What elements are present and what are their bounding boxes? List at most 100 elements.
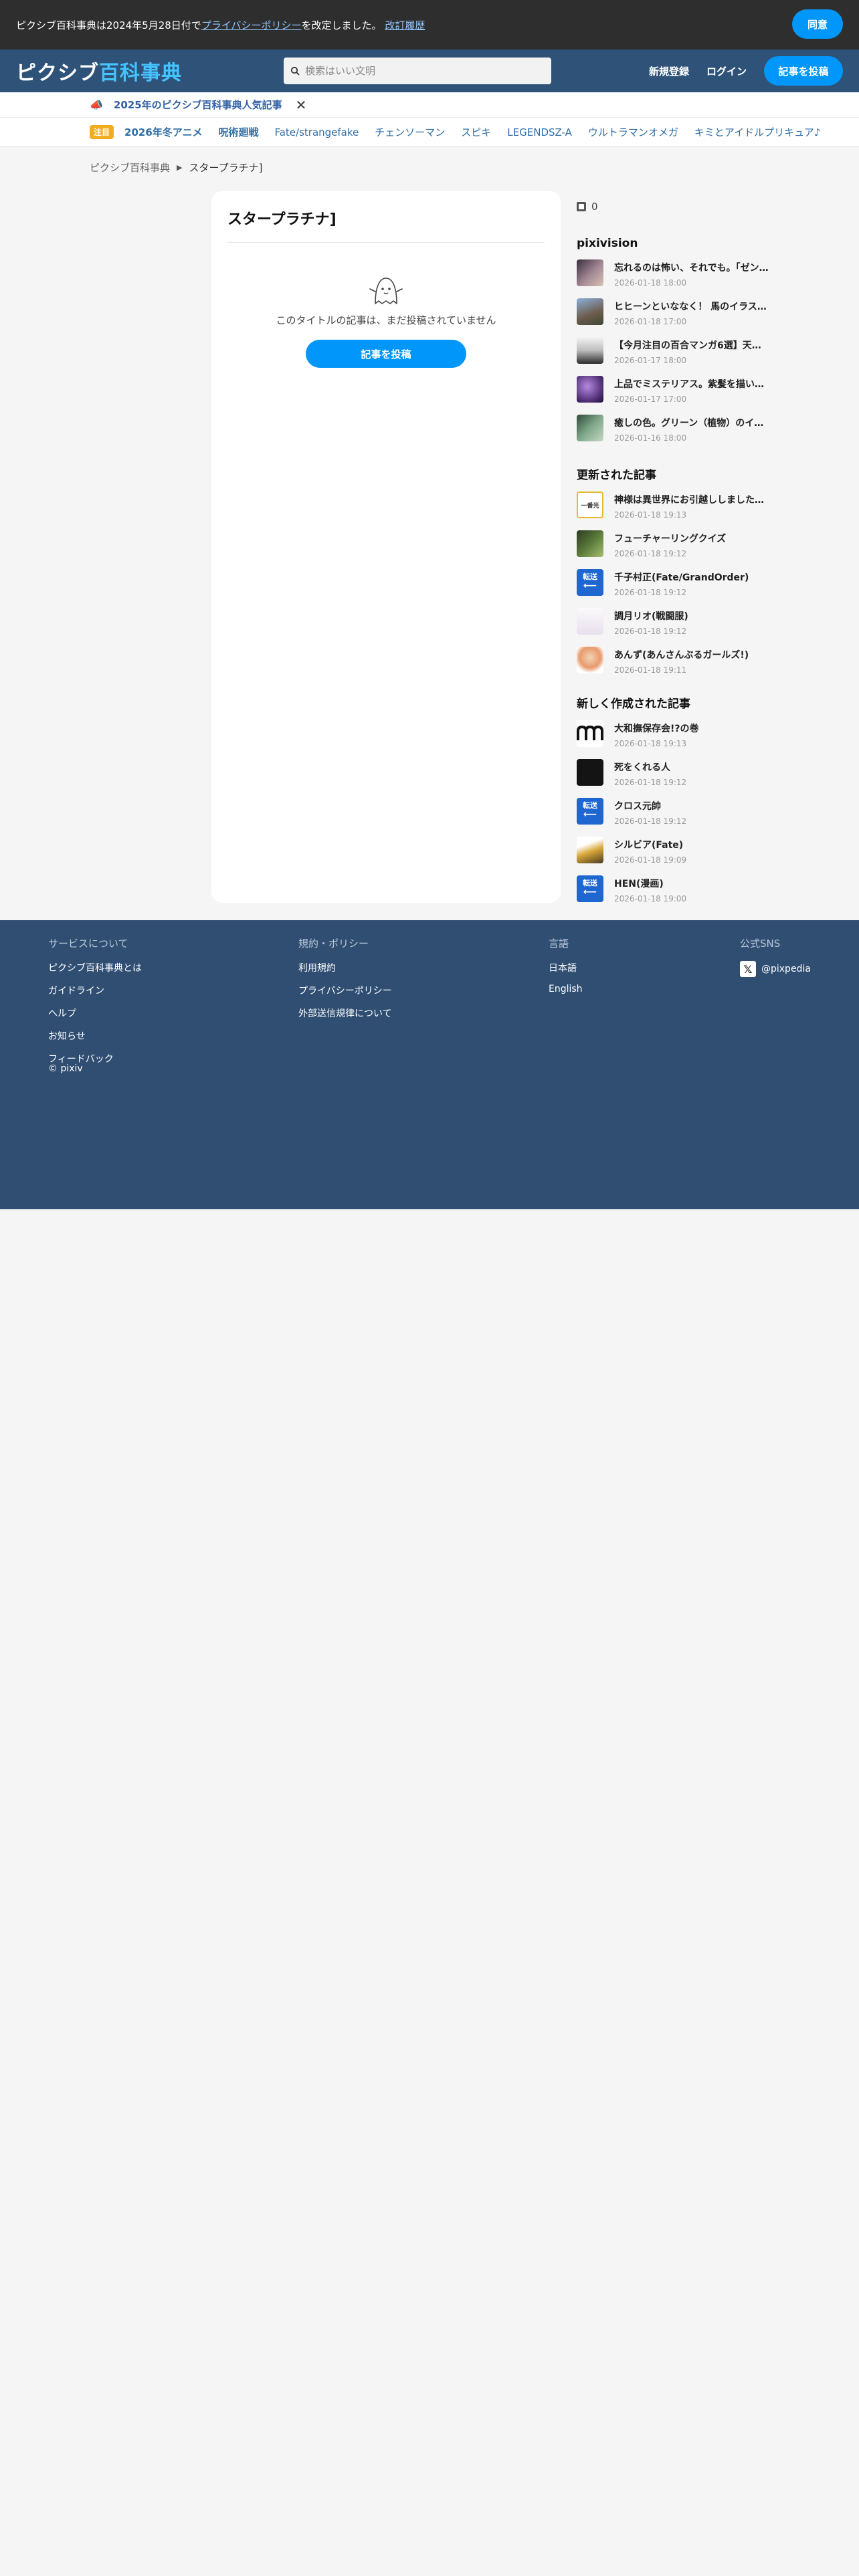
article-thumbnail [577, 530, 603, 557]
signup-link[interactable]: 新規登録 [649, 64, 689, 78]
pixivision-section: pixivision 忘れるのは怖い、それでも。「ゼンゼ… 2026-01-18 … [577, 237, 777, 453]
footer-heading: 公式SNS [740, 938, 781, 950]
tag-item[interactable]: 呪術廻戦 [218, 125, 258, 139]
list-item[interactable]: 調月リオ(戦闘服) 2026-01-18 19:12 [577, 608, 777, 647]
item-title: シルビア(Fate) [614, 840, 684, 851]
tag-item[interactable]: チェンソーマン [375, 125, 445, 139]
revision-history-link[interactable]: 改訂履歴 [385, 19, 425, 31]
article-thumbnail [577, 337, 603, 364]
consent-text-after: を改定しました。 [301, 19, 382, 31]
footer-link[interactable]: ピクシブ百科事典とは [48, 961, 142, 974]
post-article-button[interactable]: 記事を投稿 [764, 56, 843, 86]
tag-item[interactable]: LEGENDSZ-A [507, 126, 572, 138]
article-thumbnail [577, 376, 603, 403]
item-date: 2026-01-18 19:00 [614, 894, 687, 903]
breadcrumb: ピクシブ百科事典 ▶ スタープラチナ] [90, 160, 262, 175]
popular-articles-bar: 📣 2025年のピクシブ百科事典人気記事 ✕ [0, 92, 859, 118]
article-thumbnail [577, 298, 603, 325]
breadcrumb-current: スタープラチナ] [189, 162, 263, 174]
language-japanese-link[interactable]: 日本語 [549, 961, 583, 974]
article-thumbnail: 一番光 [577, 492, 603, 518]
tag-item[interactable]: キミとアイドルプリキュア♪ [694, 125, 821, 139]
site-logo[interactable]: ピクシブ 百科事典 [16, 56, 182, 86]
page-bottom-divider [0, 1209, 859, 1210]
item-title: 忘れるのは怖い、それでも。「ゼンゼ… [614, 263, 775, 274]
thumbnail-brand-text: 一番光 [581, 502, 599, 510]
item-title: あんず(あんさんぶるガールズ!) [614, 650, 749, 661]
arrow-left-icon: ⟵ [583, 887, 597, 898]
login-link[interactable]: ログイン [706, 64, 747, 78]
m-logo-icon [577, 726, 603, 740]
footer-link[interactable]: ヘルプ [48, 1006, 142, 1020]
list-item[interactable]: 忘れるのは怖い、それでも。「ゼンゼ… 2026-01-18 18:00 [577, 259, 777, 298]
item-title: 千子村正(Fate/GrandOrder) [614, 572, 749, 583]
arrow-left-icon: ⟵ [583, 809, 597, 821]
footer-link[interactable]: 利用規約 [298, 961, 392, 974]
write-article-button[interactable]: 記事を投稿 [306, 340, 466, 368]
trending-tags-bar: 注目 2026年冬アニメ 呪術廻戦 Fate/strangefake チェンソー… [0, 118, 859, 147]
list-item[interactable]: 転送 ⟵ クロス元帥 2026-01-18 19:12 [577, 798, 777, 837]
footer-language-column: 言語 日本語 English [549, 936, 583, 1004]
x-account-link[interactable]: 𝕏 @pixpedia [740, 961, 811, 977]
x-logo-icon: 𝕏 [740, 961, 756, 977]
list-item[interactable]: ヒヒーンといななく！ 馬のイラスト… 2026-01-18 17:00 [577, 298, 777, 337]
popular-articles-link[interactable]: 2025年のピクシブ百科事典人気記事 [114, 98, 282, 112]
megaphone-icon: 📣 [90, 98, 103, 111]
footer-link[interactable]: お知らせ [48, 1029, 142, 1043]
empty-state-message: このタイトルの記事は、まだ投稿されていません [276, 314, 496, 326]
site-header: ピクシブ百科事典 新規登録 ログイン 記事を投稿 [0, 49, 859, 92]
close-icon[interactable]: ✕ [296, 97, 307, 113]
agree-button[interactable]: 同意 [792, 9, 843, 39]
list-item[interactable]: 【今月注目の百合マンガ6選】天… 2026-01-17 18:00 [577, 337, 777, 376]
article-thumbnail [577, 608, 603, 635]
list-item[interactable]: 転送 ⟵ 千子村正(Fate/GrandOrder) 2026-01-18 19:1… [577, 569, 777, 608]
article-thumbnail [577, 759, 603, 786]
item-date: 2026-01-18 19:12 [614, 817, 687, 826]
list-item[interactable]: フューチャーリングクイズ 2026-01-18 19:12 [577, 530, 777, 569]
consent-text-before: ピクシブ百科事典は2024年5月28日付で [16, 19, 201, 31]
item-date: 2026-01-18 19:09 [614, 855, 687, 865]
tag-item[interactable]: 2026年冬アニメ [124, 125, 202, 139]
logo-text-dictionary: 百科事典 [99, 62, 182, 85]
list-item[interactable]: 一番光 神様は異世界にお引越ししました… 2026-01-18 19:13 [577, 492, 777, 530]
tag-item[interactable]: スピキ [461, 125, 491, 139]
page-title: スタープラチナ] [227, 211, 337, 228]
new-articles-section: 新しく作成された記事 大和撫保存会!?の巻 2026-01-18 19:13 死を… [577, 694, 777, 914]
search-input[interactable] [305, 65, 545, 77]
search-box[interactable] [284, 58, 551, 84]
article-thumbnail [577, 415, 603, 441]
item-title: 大和撫保存会!?の巻 [614, 724, 699, 734]
tag-item[interactable]: ウルトラマンオメガ [588, 125, 678, 139]
footer-link[interactable]: ガイドライン [48, 984, 142, 997]
footer-policy-column: 規約・ポリシー 利用規約 プライバシーポリシー 外部送信規律について [298, 936, 392, 1029]
list-item[interactable]: 転送 ⟵ HEN(漫画) 2026-01-18 19:00 [577, 875, 777, 914]
footer-heading: 規約・ポリシー [298, 938, 369, 950]
footer-link[interactable]: 外部送信規律について [298, 1006, 392, 1020]
item-date: 2026-01-18 19:13 [614, 739, 687, 748]
item-date: 2026-01-16 18:00 [614, 433, 687, 443]
consent-text: ピクシブ百科事典は2024年5月28日付でプライバシーポリシーを改定しました。 … [16, 18, 843, 32]
privacy-policy-link[interactable]: プライバシーポリシー [201, 19, 302, 31]
list-item[interactable]: 死をくれる人 2026-01-18 19:12 [577, 759, 777, 798]
list-item[interactable]: あんず(あんさんぶるガールズ!) 2026-01-18 19:11 [577, 647, 777, 685]
list-item[interactable]: 癒しの色。グリーン（植物）のイ… 2026-01-16 18:00 [577, 415, 777, 453]
item-title: 癒しの色。グリーン（植物）のイ… [614, 418, 764, 429]
arrow-left-icon: ⟵ [583, 580, 597, 592]
section-title: 更新された記事 [577, 469, 656, 482]
tag-item[interactable]: Fate/strangefake [274, 126, 359, 138]
list-item[interactable]: シルビア(Fate) 2026-01-18 19:09 [577, 837, 777, 875]
ghost-icon [369, 278, 403, 304]
list-item[interactable]: 大和撫保存会!?の巻 2026-01-18 19:13 [577, 720, 777, 759]
list-item[interactable]: 上品でミステリアス。紫髪を描い… 2026-01-17 17:00 [577, 376, 777, 415]
footer-link[interactable]: プライバシーポリシー [298, 984, 392, 997]
search-icon [290, 66, 300, 76]
footer-heading: サービスについて [48, 938, 128, 950]
item-title: 神様は異世界にお引越ししました… [614, 495, 764, 506]
breadcrumb-home-link[interactable]: ピクシブ百科事典 [90, 160, 170, 175]
footer-heading: 言語 [549, 938, 569, 950]
view-count-icon [577, 202, 586, 211]
item-title: 調月リオ(戦闘服) [614, 611, 688, 622]
view-count: 0 [577, 201, 777, 213]
language-english-link[interactable]: English [549, 984, 583, 994]
title-divider [227, 242, 545, 243]
